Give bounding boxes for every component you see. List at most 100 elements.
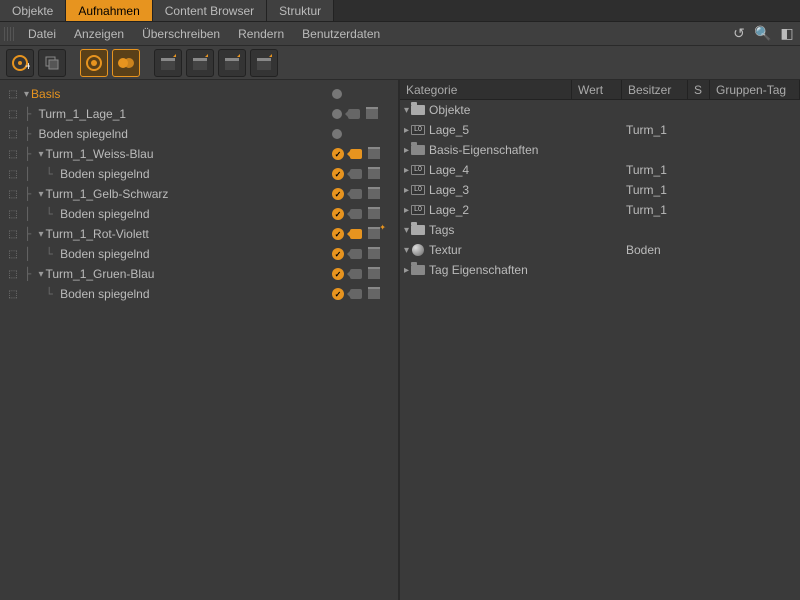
menu-extra-icon[interactable]: ◧	[778, 25, 796, 43]
override-label[interactable]: Lage_3	[429, 183, 469, 197]
disclosure-icon[interactable]: ▸	[404, 205, 409, 216]
take-label[interactable]: Boden spiegelnd	[60, 207, 149, 221]
tab-struktur[interactable]: Struktur	[267, 0, 334, 21]
disclosure-icon[interactable]: ▾	[38, 269, 43, 280]
search-icon[interactable]: 🔍	[754, 25, 772, 43]
selection-box-icon[interactable]: ⬚	[6, 247, 20, 261]
take-row[interactable]: ⬚│ └ Boden spiegelnd	[0, 244, 398, 264]
selection-box-icon[interactable]: ⬚	[6, 267, 20, 281]
clapper-icon[interactable]	[368, 269, 380, 279]
status-dot-icon[interactable]	[332, 109, 342, 119]
selection-box-icon[interactable]: ⬚	[6, 87, 20, 101]
duplicate-take-button[interactable]	[38, 49, 66, 77]
override-row[interactable]: ▾TexturBoden	[400, 240, 800, 260]
tab-objekte[interactable]: Objekte	[0, 0, 66, 21]
menu-anzeigen[interactable]: Anzeigen	[66, 23, 132, 45]
override-button[interactable]	[112, 49, 140, 77]
camera-icon[interactable]	[350, 149, 362, 159]
clapper-icon[interactable]	[368, 209, 380, 219]
status-check-icon[interactable]	[332, 168, 344, 180]
disclosure-icon[interactable]: ▾	[38, 189, 43, 200]
render-take-4-button[interactable]	[250, 49, 278, 77]
take-label[interactable]: Boden spiegelnd	[38, 127, 127, 141]
render-take-1-button[interactable]	[154, 49, 182, 77]
status-check-icon[interactable]	[332, 248, 344, 260]
override-row[interactable]: ▾ Objekte	[400, 100, 800, 120]
col-kategorie[interactable]: Kategorie	[400, 80, 572, 99]
override-label[interactable]: Lage_2	[429, 203, 469, 217]
selection-box-icon[interactable]: ⬚	[6, 227, 20, 241]
selection-box-icon[interactable]: ⬚	[6, 187, 20, 201]
selection-box-icon[interactable]: ⬚	[6, 207, 20, 221]
selection-box-icon[interactable]: ⬚	[6, 167, 20, 181]
menu-benutzerdaten[interactable]: Benutzerdaten	[294, 23, 388, 45]
disclosure-icon[interactable]: ▸	[404, 145, 409, 156]
take-label[interactable]: Turm_1_Gruen-Blau	[45, 267, 154, 281]
override-label[interactable]: Basis-Eigenschaften	[429, 143, 538, 157]
take-row[interactable]: ⬚├ ▾Turm_1_Rot-Violett	[0, 224, 398, 244]
col-s[interactable]: S	[688, 80, 710, 99]
tab-aufnahmen[interactable]: Aufnahmen	[66, 0, 152, 21]
cell-besitzer[interactable]: Turm_1	[622, 163, 688, 177]
take-row[interactable]: ⬚│ └ Boden spiegelnd	[0, 204, 398, 224]
status-check-icon[interactable]	[332, 268, 344, 280]
camera-icon[interactable]	[350, 169, 362, 179]
clapper-icon[interactable]	[368, 289, 380, 299]
selection-box-icon[interactable]: ⬚	[6, 127, 20, 141]
history-icon[interactable]: ↺	[730, 25, 748, 43]
selection-box-icon[interactable]: ⬚	[6, 107, 20, 121]
camera-icon[interactable]	[348, 109, 360, 119]
override-label[interactable]: Tags	[429, 223, 454, 237]
col-besitzer[interactable]: Besitzer	[622, 80, 688, 99]
clapper-icon[interactable]	[368, 149, 380, 159]
clapper-icon[interactable]	[368, 229, 380, 239]
disclosure-icon[interactable]: ▾	[404, 245, 409, 256]
take-row[interactable]: ⬚ └ Boden spiegelnd	[0, 284, 398, 304]
override-row[interactable]: ▸L0Lage_4Turm_1	[400, 160, 800, 180]
auto-take-button[interactable]	[80, 49, 108, 77]
menu-datei[interactable]: Datei	[20, 23, 64, 45]
disclosure-icon[interactable]: ▾	[404, 105, 409, 116]
status-check-icon[interactable]	[332, 288, 344, 300]
col-wert[interactable]: Wert	[572, 80, 622, 99]
clapper-icon[interactable]	[366, 109, 378, 119]
take-label[interactable]: Boden spiegelnd	[60, 287, 149, 301]
override-row[interactable]: ▸L0Lage_3Turm_1	[400, 180, 800, 200]
take-row[interactable]: ⬚├ ▾Turm_1_Gruen-Blau	[0, 264, 398, 284]
status-dot-icon[interactable]	[332, 129, 342, 139]
grip-icon[interactable]	[4, 27, 14, 41]
col-gruppen-tag[interactable]: Gruppen-Tag	[710, 80, 800, 99]
camera-icon[interactable]	[350, 229, 362, 239]
camera-icon[interactable]	[350, 189, 362, 199]
take-label[interactable]: Basis	[31, 87, 60, 101]
take-label[interactable]: Boden spiegelnd	[60, 167, 149, 181]
render-take-3-button[interactable]	[218, 49, 246, 77]
override-label[interactable]: Lage_4	[429, 163, 469, 177]
take-label[interactable]: Turm_1_Lage_1	[38, 107, 126, 121]
disclosure-icon[interactable]: ▾	[24, 89, 29, 100]
status-check-icon[interactable]	[332, 208, 344, 220]
override-row[interactable]: ▸Tag Eigenschaften	[400, 260, 800, 280]
take-row[interactable]: ⬚├ ▾Turm_1_Weiss-Blau	[0, 144, 398, 164]
cell-besitzer[interactable]: Boden	[622, 243, 688, 257]
tab-content-browser[interactable]: Content Browser	[153, 0, 267, 21]
render-take-2-button[interactable]	[186, 49, 214, 77]
cell-besitzer[interactable]: Turm_1	[622, 203, 688, 217]
override-row[interactable]: ▾ Tags	[400, 220, 800, 240]
status-check-icon[interactable]	[332, 228, 344, 240]
selection-box-icon[interactable]: ⬚	[6, 287, 20, 301]
disclosure-icon[interactable]: ▾	[404, 225, 409, 236]
status-dot-icon[interactable]	[332, 89, 342, 99]
cell-besitzer[interactable]: Turm_1	[622, 123, 688, 137]
selection-box-icon[interactable]: ⬚	[6, 147, 20, 161]
take-label[interactable]: Boden spiegelnd	[60, 247, 149, 261]
take-row[interactable]: ⬚│ └ Boden spiegelnd	[0, 164, 398, 184]
override-label[interactable]: Objekte	[429, 103, 470, 117]
disclosure-icon[interactable]: ▾	[38, 149, 43, 160]
clapper-icon[interactable]	[368, 249, 380, 259]
status-check-icon[interactable]	[332, 188, 344, 200]
clapper-icon[interactable]	[368, 169, 380, 179]
camera-icon[interactable]	[350, 269, 362, 279]
camera-icon[interactable]	[350, 249, 362, 259]
menu-ueberschreiben[interactable]: Überschreiben	[134, 23, 228, 45]
